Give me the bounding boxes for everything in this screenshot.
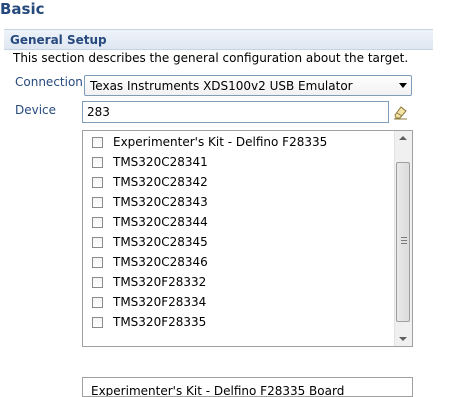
device-item-label: TMS320C28341 <box>113 155 208 169</box>
scrollbar-thumb[interactable] <box>396 162 410 322</box>
device-item-label: TMS320F28332 <box>113 275 207 289</box>
device-checkbox[interactable] <box>92 137 103 148</box>
device-item-label: TMS320C28343 <box>113 195 208 209</box>
device-list-item[interactable]: TMS320C28344 <box>83 213 395 233</box>
device-list-item[interactable]: TMS320F28335 <box>83 313 395 333</box>
device-checkbox[interactable] <box>92 317 103 328</box>
section-header[interactable]: General Setup <box>4 29 433 50</box>
grip-line <box>401 243 407 244</box>
eraser-icon[interactable] <box>393 105 408 120</box>
device-checkbox[interactable] <box>92 277 103 288</box>
section-description: This section describes the general confi… <box>13 51 409 65</box>
device-list-item[interactable]: Experimenter's Kit - Delfino F28335 <box>83 133 395 153</box>
chevron-down-icon <box>399 83 407 88</box>
device-list-item[interactable]: TMS320C28346 <box>83 253 395 273</box>
section-title: General Setup <box>10 33 107 47</box>
device-checkbox[interactable] <box>92 297 103 308</box>
device-list-item[interactable]: TMS320F28332 <box>83 273 395 293</box>
device-list-item[interactable]: TMS320C28342 <box>83 173 395 193</box>
scroll-up-icon[interactable] <box>399 136 407 140</box>
connection-dropdown[interactable]: Texas Instruments XDS100v2 USB Emulator <box>84 75 412 96</box>
device-checkbox[interactable] <box>92 197 103 208</box>
device-item-label: TMS320F28334 <box>113 295 207 309</box>
device-checkbox[interactable] <box>92 157 103 168</box>
device-description-text: Experimenter's Kit - Delfino F28335 Boar… <box>91 384 345 397</box>
device-list[interactable]: Experimenter's Kit - Delfino F28335 TMS32… <box>82 130 413 347</box>
device-description-box: Experimenter's Kit - Delfino F28335 Boar… <box>82 377 413 397</box>
device-item-label: TMS320C28345 <box>113 235 208 249</box>
device-checkbox[interactable] <box>92 217 103 228</box>
connection-value: Texas Instruments XDS100v2 USB Emulator <box>90 79 353 93</box>
device-list-item[interactable]: TMS320C28341 <box>83 153 395 173</box>
device-checkbox[interactable] <box>92 177 103 188</box>
device-checkbox[interactable] <box>92 237 103 248</box>
page-title: Basic <box>0 0 45 18</box>
device-checkbox[interactable] <box>92 257 103 268</box>
device-filter-input[interactable] <box>82 101 389 123</box>
device-label: Device <box>15 103 57 117</box>
list-scrollbar[interactable] <box>394 131 412 346</box>
device-item-label: TMS320C28344 <box>113 215 208 229</box>
scroll-down-icon[interactable] <box>399 337 407 341</box>
device-item-label: Experimenter's Kit - Delfino F28335 <box>113 135 328 149</box>
connection-label: Connection <box>15 75 83 89</box>
grip-line <box>401 237 407 238</box>
grip-line <box>401 240 407 241</box>
general-setup-section: General Setup This section describes the… <box>4 29 433 397</box>
device-item-label: TMS320C28346 <box>113 255 208 269</box>
device-list-item[interactable]: TMS320C28343 <box>83 193 395 213</box>
device-list-item[interactable]: TMS320F28334 <box>83 293 395 313</box>
device-item-label: TMS320C28342 <box>113 175 208 189</box>
device-list-item[interactable]: TMS320C28345 <box>83 233 395 253</box>
device-item-label: TMS320F28335 <box>113 315 207 329</box>
